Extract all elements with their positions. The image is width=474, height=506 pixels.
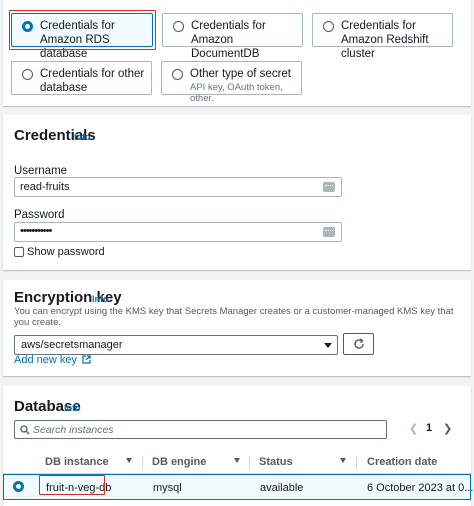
password-label: Password <box>14 209 65 221</box>
column-divider <box>356 456 357 469</box>
option-other-secret-description: API key, OAuth token, other. <box>190 82 283 104</box>
secret-type-panel: Credentials for Amazon RDS database Cred… <box>3 0 471 106</box>
column-divider <box>249 456 250 469</box>
credentials-panel: Credentials Info Username read-fruits Pa… <box>3 115 471 270</box>
option-other-secret-label: Other type of secret <box>190 68 291 80</box>
dropdown-caret-icon <box>324 343 332 348</box>
option-other-database-label: Credentials for other database <box>40 68 145 94</box>
encryption-description: You can encrypt using the KMS key that S… <box>14 306 454 328</box>
sort-caret-icon[interactable] <box>126 458 132 463</box>
column-header-creation-date[interactable]: Creation date <box>367 456 437 468</box>
radio-icon[interactable] <box>22 69 33 80</box>
keyboard-icon <box>323 227 335 237</box>
option-other-database[interactable]: Credentials for other database <box>11 61 152 95</box>
previous-page-button[interactable]: ❮ <box>409 422 418 435</box>
cell-db-engine: mysql <box>153 482 182 494</box>
highlight-box-rds <box>9 10 156 50</box>
username-label: Username <box>14 165 68 177</box>
password-input[interactable]: ••••••••••• <box>14 222 342 242</box>
kms-key-value: aws/secretsmanager <box>21 339 123 351</box>
encryption-key-panel: Encryption key Info You can encrypt usin… <box>3 280 471 376</box>
table-header: DB instance DB engine Status Creation da… <box>3 450 471 474</box>
column-header-db-instance[interactable]: DB instance <box>45 456 109 468</box>
search-instances-input[interactable]: Search instances <box>14 420 387 439</box>
cell-status: available <box>260 482 304 494</box>
password-value: ••••••••••• <box>20 225 52 237</box>
next-page-button[interactable]: ❯ <box>443 422 452 435</box>
credentials-info-link[interactable]: Info <box>74 132 91 142</box>
current-page-number[interactable]: 1 <box>426 422 432 434</box>
refresh-icon <box>354 338 364 349</box>
option-documentdb-credentials[interactable]: Credentials for Amazon DocumentDB databa… <box>162 13 303 74</box>
option-redshift-credentials[interactable]: Credentials for Amazon Redshift cluster <box>312 13 453 60</box>
search-placeholder: Search instances <box>33 424 114 436</box>
option-other-secret[interactable]: Other type of secret API key, OAuth toke… <box>161 61 302 104</box>
keyboard-icon <box>323 182 335 192</box>
column-header-status[interactable]: Status <box>259 456 293 468</box>
row-radio-selected-icon[interactable] <box>13 481 24 492</box>
search-icon <box>20 425 30 435</box>
sort-caret-icon[interactable] <box>234 458 240 463</box>
column-header-db-engine[interactable]: DB engine <box>152 456 206 468</box>
option-redshift-label: Credentials for Amazon Redshift cluster <box>341 20 429 60</box>
cell-creation-date: 6 October 2023 at 0... <box>367 482 474 494</box>
encryption-info-link[interactable]: Info <box>92 294 109 304</box>
show-password-checkbox[interactable] <box>14 247 24 257</box>
username-value: read-fruits <box>20 181 70 193</box>
kms-key-select[interactable]: aws/secretsmanager <box>14 335 338 355</box>
external-link-icon <box>82 355 91 364</box>
radio-icon[interactable] <box>323 21 334 32</box>
column-divider <box>142 456 143 469</box>
database-info-link[interactable]: Info <box>64 403 81 413</box>
database-panel: Database Info Search instances ❮ 1 ❯ DB … <box>3 386 474 506</box>
add-new-key-link[interactable]: Add new key <box>14 354 91 366</box>
show-password-label: Show password <box>27 246 105 258</box>
sort-caret-icon[interactable] <box>340 458 346 463</box>
username-input[interactable]: read-fruits <box>14 177 342 197</box>
refresh-button[interactable] <box>343 333 374 355</box>
add-new-key-label: Add new key <box>14 354 77 366</box>
radio-icon[interactable] <box>172 69 183 80</box>
highlight-box-db-instance <box>39 475 105 495</box>
radio-icon[interactable] <box>173 21 184 32</box>
